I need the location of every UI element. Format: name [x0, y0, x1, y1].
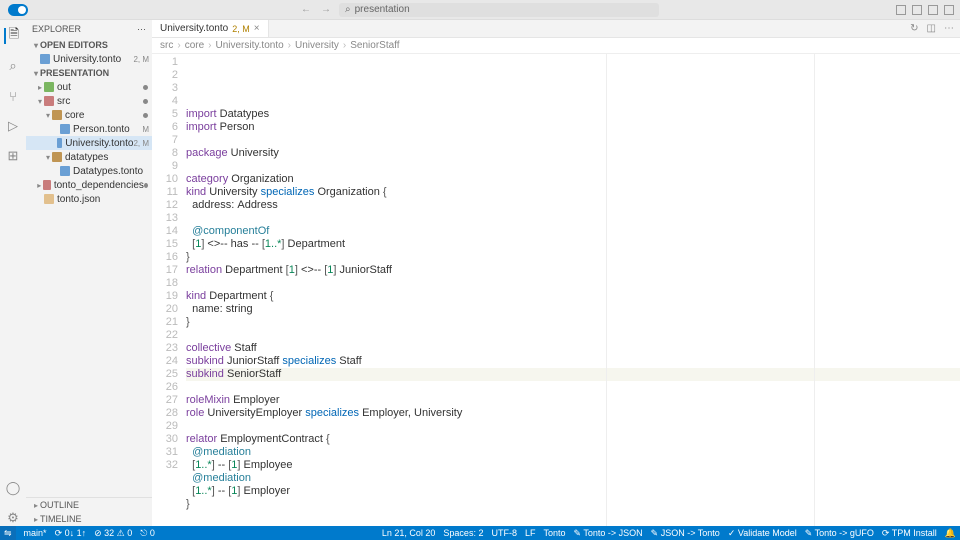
- file-item[interactable]: Datatypes.tonto: [26, 164, 152, 178]
- status-item[interactable]: UTF-8: [491, 528, 517, 539]
- status-item[interactable]: Tonto: [543, 528, 565, 539]
- remote-indicator[interactable]: ⇋: [0, 526, 16, 540]
- project-section[interactable]: ▾PRESENTATION: [26, 66, 152, 80]
- sidebar-title: EXPLORER: [32, 24, 81, 34]
- status-item[interactable]: Ln 21, Col 20: [382, 528, 436, 539]
- file-item[interactable]: tonto.json: [26, 192, 152, 206]
- open-editors-section[interactable]: ▾OPEN EDITORS: [26, 38, 152, 52]
- layout-bottom-icon[interactable]: [912, 5, 922, 15]
- account-icon[interactable]: ◯: [5, 480, 21, 496]
- tab-university[interactable]: University.tonto 2, M ×: [152, 20, 269, 37]
- status-item[interactable]: 🔔: [945, 528, 956, 539]
- file-item[interactable]: University.tonto2, M: [26, 136, 152, 150]
- folder-item[interactable]: ▾core: [26, 108, 152, 122]
- extensions-icon[interactable]: ⊞: [5, 148, 21, 164]
- layout-right-icon[interactable]: [928, 5, 938, 15]
- status-bar: ⇋ main* ⟳ 0↓ 1↑ ⊘ 32 ⚠ 0 ⎋ 0 Ln 21, Col 20 S…: [0, 526, 960, 540]
- breadcrumbs[interactable]: src›core›University.tonto›University›Sen…: [152, 38, 960, 54]
- title-bar: ← → ⌕ presentation: [0, 0, 960, 20]
- layout-full-icon[interactable]: [944, 5, 954, 15]
- run-debug-icon[interactable]: ▷: [5, 118, 21, 134]
- file-item[interactable]: Person.tontoM: [26, 122, 152, 136]
- window-controls[interactable]: [8, 4, 28, 16]
- breadcrumb-item[interactable]: University.tonto: [215, 40, 283, 51]
- status-item[interactable]: main*: [24, 528, 47, 539]
- status-item[interactable]: ⟳ TPM Install: [882, 528, 937, 539]
- status-item[interactable]: ⟳ 0↓ 1↑: [55, 528, 87, 539]
- split-icon[interactable]: ◫: [927, 23, 936, 34]
- editor[interactable]: 1234567891011121314151617181920212223242…: [152, 54, 960, 526]
- search-icon: ⌕: [345, 4, 351, 15]
- status-item[interactable]: ✎ Tonto -> gUFO: [805, 528, 874, 539]
- breadcrumb-item[interactable]: SeniorStaff: [350, 40, 399, 51]
- folder-item[interactable]: ▸tonto_dependencies: [26, 178, 152, 192]
- status-item[interactable]: ⊘ 32 ⚠ 0: [94, 528, 132, 539]
- breadcrumb-item[interactable]: core: [185, 40, 204, 51]
- tabs: University.tonto 2, M × ↻ ◫ ⋯: [152, 20, 960, 38]
- breadcrumb-item[interactable]: University: [295, 40, 339, 51]
- layout-left-icon[interactable]: [896, 5, 906, 15]
- run-icon[interactable]: ↻: [910, 23, 918, 34]
- status-item[interactable]: ✓ Validate Model: [728, 528, 797, 539]
- nav-back-icon[interactable]: ←: [301, 4, 311, 15]
- command-center-search[interactable]: ⌕ presentation: [339, 3, 659, 17]
- status-item[interactable]: LF: [525, 528, 536, 539]
- status-item[interactable]: Spaces: 2: [443, 528, 483, 539]
- line-gutter: 1234567891011121314151617181920212223242…: [152, 54, 186, 526]
- activity-bar: 🗎 ⌕ ⑂ ▷ ⊞ ◯ ⚙: [0, 20, 26, 526]
- code-area[interactable]: import Datatypesimport Personpackage Uni…: [186, 54, 960, 526]
- close-icon[interactable]: ×: [254, 23, 260, 34]
- nav-forward-icon[interactable]: →: [321, 4, 331, 15]
- breadcrumb-item[interactable]: src: [160, 40, 173, 51]
- source-control-icon[interactable]: ⑂: [5, 88, 21, 104]
- timeline-section[interactable]: ▸TIMELINE: [26, 512, 152, 526]
- status-item[interactable]: ⎋ 0: [140, 528, 155, 539]
- more-icon[interactable]: ⋯: [944, 23, 954, 34]
- folder-item[interactable]: ▸out: [26, 80, 152, 94]
- settings-gear-icon[interactable]: ⚙: [5, 510, 21, 526]
- search-placeholder: presentation: [355, 4, 410, 15]
- folder-item[interactable]: ▾src: [26, 94, 152, 108]
- open-editor-item[interactable]: University.tonto2, M: [26, 52, 152, 66]
- status-item[interactable]: ✎ JSON -> Tonto: [651, 528, 720, 539]
- sidebar-more-icon[interactable]: ⋯: [137, 24, 146, 35]
- status-item[interactable]: ✎ Tonto -> JSON: [574, 528, 643, 539]
- folder-item[interactable]: ▾datatypes: [26, 150, 152, 164]
- search-activity-icon[interactable]: ⌕: [5, 58, 21, 74]
- editor-group: University.tonto 2, M × ↻ ◫ ⋯ src›core›U…: [152, 20, 960, 526]
- outline-section[interactable]: ▸OUTLINE: [26, 498, 152, 512]
- sidebar: EXPLORER ⋯ ▾OPEN EDITORS University.tont…: [26, 20, 152, 526]
- explorer-icon[interactable]: 🗎: [4, 28, 20, 44]
